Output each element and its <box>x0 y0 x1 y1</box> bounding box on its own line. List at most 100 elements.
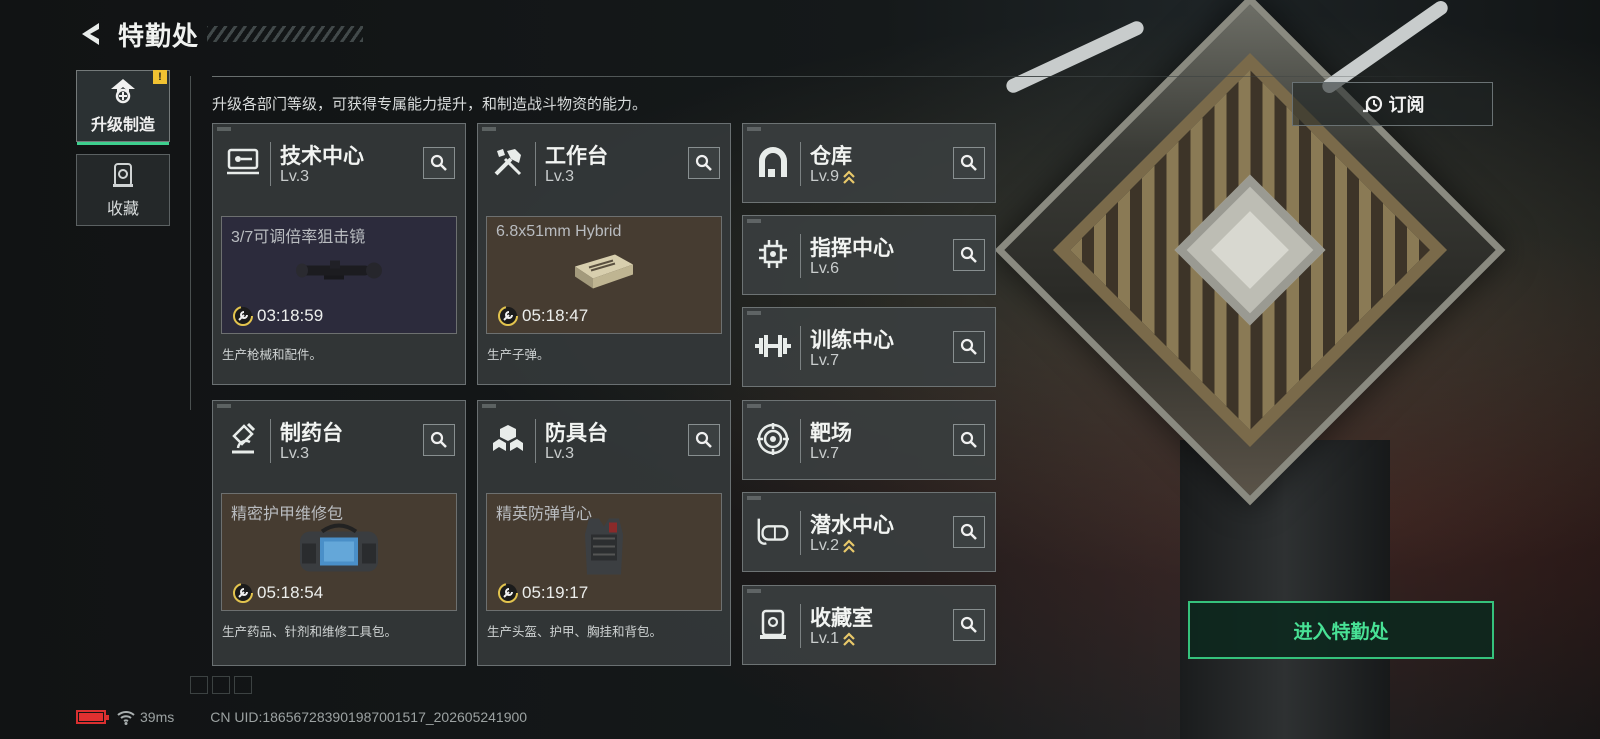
collection-room-icon <box>755 606 791 642</box>
facility-level: Lv.3 <box>280 168 310 185</box>
product-name: 精英防弹背心 <box>496 506 593 523</box>
card-header: 指挥中心 Lv.6 <box>743 216 995 296</box>
back-arrow-icon[interactable] <box>76 19 106 49</box>
facility-level: Lv.1 <box>810 630 856 648</box>
facility-name: 潜水中心 <box>810 514 894 537</box>
production-slot[interactable]: 3/7可调倍率狙击镜 03:18:59 <box>221 216 457 334</box>
repair-kit-icon <box>294 518 384 583</box>
search-button[interactable] <box>953 239 985 271</box>
wrench-timer-icon <box>498 306 518 326</box>
card-header: 训练中心 Lv.7 <box>743 308 995 388</box>
search-icon <box>960 523 977 540</box>
facility-card-tech-center[interactable]: 技术中心 Lv.3 3/7可调倍率狙击镜 03:18:59 生产枪械和配件。 <box>212 123 466 385</box>
search-button[interactable] <box>953 331 985 363</box>
sidebar-item-collection[interactable]: 收藏 <box>76 154 170 226</box>
production-timer: 05:18:47 <box>497 305 588 327</box>
search-icon <box>695 154 712 171</box>
facility-name: 工作台 <box>545 145 608 168</box>
card-header: 制药台 Lv.3 <box>213 401 465 481</box>
subscribe-label: 订阅 <box>1388 95 1425 115</box>
search-button[interactable] <box>953 609 985 641</box>
upgrade-available-icon <box>843 170 855 184</box>
separator <box>270 142 271 186</box>
battery-icon <box>76 710 109 724</box>
product-name: 3/7可调倍率狙击镜 <box>231 229 366 246</box>
warning-badge: ! <box>153 70 167 84</box>
sidebar-item-label: 收藏 <box>106 201 139 218</box>
search-button[interactable] <box>688 147 720 179</box>
header: 特勤处 <box>76 16 364 52</box>
facility-card-pharmacy[interactable]: 制药台 Lv.3 精密护甲维修包 05:18:54 生产药品、针剂和维修工具包。 <box>212 400 466 666</box>
card-header: 仓库 Lv.9 <box>743 124 995 204</box>
separator <box>535 142 536 186</box>
status-bar: 39ms CN UID:18656728390198700151​7_20260… <box>76 707 527 727</box>
product-name: 6.8x51mm Hybrid <box>496 223 622 240</box>
search-icon <box>960 431 977 448</box>
facility-level: Lv.7 <box>810 352 840 369</box>
production-slot[interactable]: 精英防弹背心 05:19:17 <box>486 493 722 611</box>
subscribe-icon <box>1362 95 1382 113</box>
production-slot[interactable]: 6.8x51mm Hybrid 05:18:47 <box>486 216 722 334</box>
ping-value: 39ms <box>140 709 175 725</box>
separator <box>800 604 801 648</box>
wrench-timer-icon <box>498 583 518 603</box>
divider <box>190 76 191 410</box>
facility-level: Lv.3 <box>280 445 310 462</box>
facility-card-armor-bench[interactable]: 防具台 Lv.3 精英防弹背心 05:19:17 生产头盔、护甲、胸挂和背包。 <box>477 400 731 666</box>
facility-card-collection-room[interactable]: 收藏室 Lv.1 <box>742 585 996 665</box>
facility-card-training-center[interactable]: 训练中心 Lv.7 <box>742 307 996 387</box>
background-pillar <box>1180 440 1390 739</box>
sidebar-item-upgrade-manufacture[interactable]: ! 升级制造 <box>76 70 170 145</box>
separator <box>270 419 271 463</box>
facility-note: 生产枪械和配件。 <box>222 348 323 362</box>
scope-icon <box>294 256 384 291</box>
card-header: 潜水中心 Lv.2 <box>743 493 995 573</box>
facility-level: Lv.3 <box>545 168 575 185</box>
facility-level: Lv.9 <box>810 168 856 186</box>
decorative-tiles <box>190 676 252 694</box>
separator <box>800 326 801 370</box>
facility-name: 收藏室 <box>810 607 873 630</box>
enter-special-ops-button[interactable]: 进入特勤处 <box>1188 601 1494 659</box>
facility-level: Lv.6 <box>810 260 840 277</box>
diving-mask-icon <box>755 513 791 549</box>
separator <box>800 142 801 186</box>
title-decoration <box>207 26 364 42</box>
command-center-icon <box>755 236 791 272</box>
collection-icon <box>113 163 133 187</box>
search-button[interactable] <box>953 147 985 179</box>
card-header: 靶场 Lv.7 <box>743 401 995 481</box>
search-button[interactable] <box>953 516 985 548</box>
search-button[interactable] <box>953 424 985 456</box>
card-header: 收藏室 Lv.1 <box>743 586 995 666</box>
search-icon <box>960 154 977 171</box>
pharmacy-icon <box>225 421 261 457</box>
facility-level: Lv.7 <box>810 445 840 462</box>
facility-card-command-center[interactable]: 指挥中心 Lv.6 <box>742 215 996 295</box>
user-uid: CN UID:18656728390198700151​7_2026052419… <box>210 709 528 725</box>
facility-card-warehouse[interactable]: 仓库 Lv.9 <box>742 123 996 203</box>
search-button[interactable] <box>688 424 720 456</box>
facility-note: 生产子弹。 <box>487 348 550 362</box>
subscribe-button[interactable]: 订阅 <box>1292 82 1493 126</box>
facility-name: 技术中心 <box>280 145 364 168</box>
search-icon <box>430 154 447 171</box>
armor-bench-icon <box>490 421 526 457</box>
production-timer: 05:18:54 <box>232 582 323 604</box>
card-header: 技术中心 Lv.3 <box>213 124 465 204</box>
facility-card-diving-center[interactable]: 潜水中心 Lv.2 <box>742 492 996 572</box>
search-button[interactable] <box>423 424 455 456</box>
card-header: 防具台 Lv.3 <box>478 401 730 481</box>
facility-card-workbench[interactable]: 工作台 Lv.3 6.8x51mm Hybrid 05:18:47 生产子弹。 <box>477 123 731 385</box>
search-icon <box>960 338 977 355</box>
search-icon <box>960 246 977 263</box>
wrench-timer-icon <box>233 306 253 326</box>
wrench-timer-icon <box>233 583 253 603</box>
facility-name: 训练中心 <box>810 329 894 352</box>
wifi-icon <box>117 711 135 725</box>
workbench-icon <box>490 144 526 180</box>
production-slot[interactable]: 精密护甲维修包 05:18:54 <box>221 493 457 611</box>
tech-center-icon <box>225 144 261 180</box>
facility-card-shooting-range[interactable]: 靶场 Lv.7 <box>742 400 996 480</box>
search-button[interactable] <box>423 147 455 179</box>
